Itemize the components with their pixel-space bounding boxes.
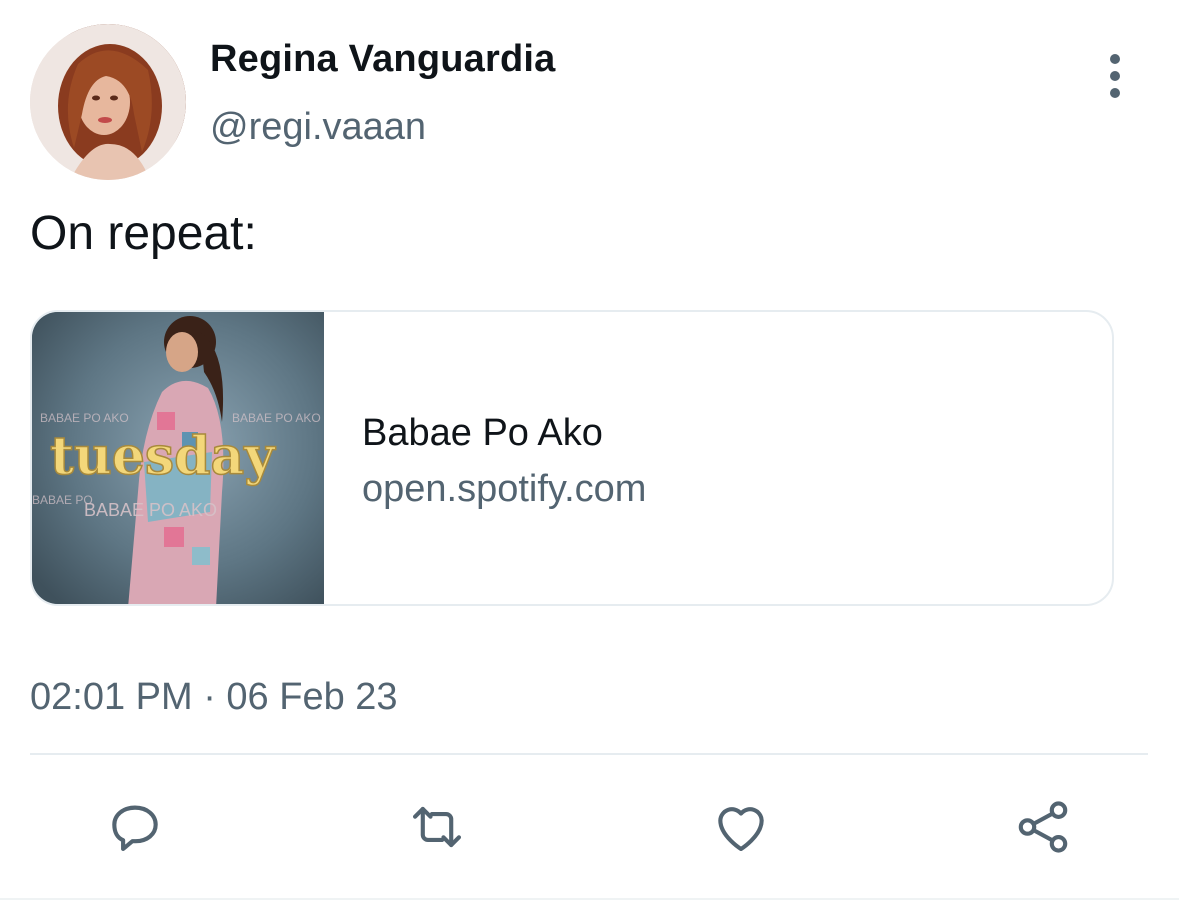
share-button[interactable] (1008, 792, 1078, 862)
reply-button[interactable] (100, 792, 170, 862)
svg-text:BABAE PO AKO: BABAE PO AKO (40, 411, 129, 425)
user-handle[interactable]: @regi.vaaan (210, 106, 426, 149)
display-name[interactable]: Regina Vanguardia (210, 38, 556, 81)
tweet-timestamp[interactable]: 02:01 PM · 06 Feb 23 (30, 676, 398, 719)
share-icon (1018, 801, 1068, 853)
more-vertical-icon (1110, 54, 1120, 64)
link-preview-card[interactable]: BABAE PO AKO BABAE PO AKO BABAE PO tuesd… (30, 310, 1114, 606)
album-subtitle: BABAE PO AKO (84, 500, 217, 520)
more-options-button[interactable] (1100, 54, 1130, 98)
profile-photo-image (30, 24, 186, 180)
divider (30, 753, 1148, 755)
retweet-button[interactable] (402, 792, 472, 862)
card-domain: open.spotify.com (362, 468, 647, 510)
album-art: BABAE PO AKO BABAE PO AKO BABAE PO tuesd… (32, 312, 324, 604)
retweet-icon (412, 806, 462, 848)
reply-icon (112, 805, 158, 852)
album-cover-thumbnail: BABAE PO AKO BABAE PO AKO BABAE PO tuesd… (32, 312, 324, 604)
like-button[interactable] (706, 792, 776, 862)
tweet-detail: Regina Vanguardia @regi.vaaan On repeat: (0, 0, 1179, 918)
svg-text:BABAE PO AKO: BABAE PO AKO (232, 411, 321, 425)
tweet-text: On repeat: (30, 207, 257, 260)
album-word: tuesday (50, 426, 276, 487)
card-title: Babae Po Ako (362, 412, 603, 454)
avatar[interactable] (30, 24, 186, 180)
heart-icon (718, 807, 764, 852)
bottom-divider (0, 898, 1179, 900)
